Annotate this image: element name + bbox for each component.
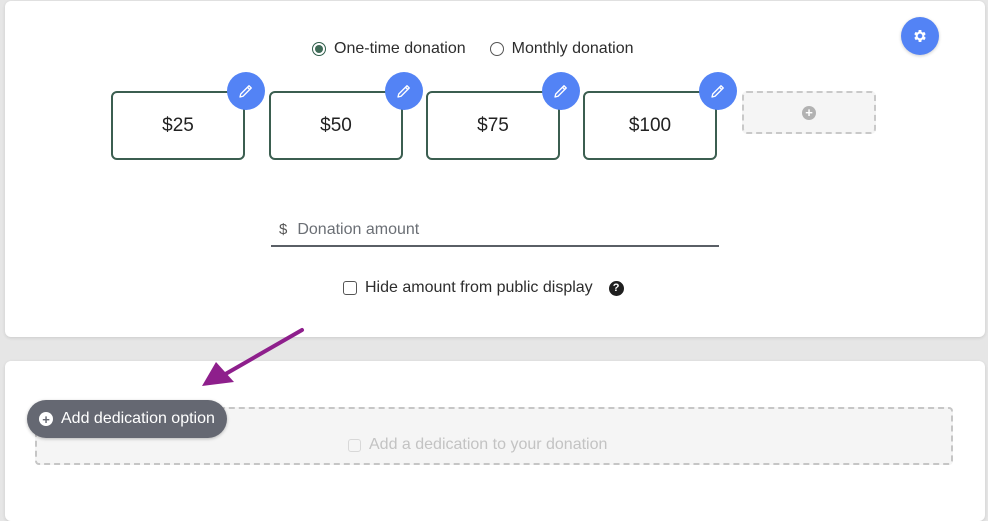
- dedication-checkbox[interactable]: [348, 438, 361, 452]
- edit-amount-75-button[interactable]: [542, 72, 580, 110]
- amount-option-50[interactable]: $50: [269, 91, 403, 160]
- amount-option-75[interactable]: $75: [426, 91, 560, 160]
- annotation-arrow-icon: [202, 328, 304, 386]
- donation-frequency-group: One-time donation Monthly donation: [312, 40, 634, 58]
- radio-one-time[interactable]: One-time donation: [312, 40, 466, 58]
- donation-amount-input[interactable]: [295, 219, 700, 240]
- pencil-icon: [239, 85, 252, 98]
- donation-amount-field[interactable]: $: [271, 214, 719, 247]
- gear-icon: [914, 30, 926, 42]
- amount-option-100[interactable]: $100: [583, 91, 717, 160]
- edit-amount-100-button[interactable]: [699, 72, 737, 110]
- dedication-card: Add a dedication to your donation + Add …: [5, 361, 985, 521]
- question-circle-icon[interactable]: ?: [608, 280, 624, 296]
- currency-symbol: $: [279, 221, 288, 238]
- plus-circle-icon: +: [39, 412, 53, 426]
- pencil-icon: [554, 85, 567, 98]
- donation-amount-card: One-time donation Monthly donation $25 $…: [5, 1, 985, 337]
- pencil-icon: [397, 85, 410, 98]
- radio-monthly-indicator[interactable]: [489, 42, 504, 56]
- dedication-row: Add a dedication to your donation: [348, 436, 607, 454]
- radio-one-time-indicator[interactable]: [312, 42, 326, 56]
- radio-one-time-label: One-time donation: [334, 40, 466, 57]
- add-dedication-option-button[interactable]: + Add dedication option: [27, 400, 227, 438]
- radio-monthly[interactable]: Monthly donation: [489, 40, 634, 58]
- amount-option-25[interactable]: $25: [111, 91, 245, 160]
- hide-amount-row: Hide amount from public display ?: [343, 279, 624, 297]
- edit-amount-50-button[interactable]: [385, 72, 423, 110]
- dedication-checkbox-label: Add a dedication to your donation: [369, 436, 608, 453]
- hide-amount-label: Hide amount from public display: [365, 279, 593, 296]
- edit-amount-25-button[interactable]: [227, 72, 265, 110]
- add-dedication-option-label: Add dedication option: [61, 410, 215, 427]
- plus-circle-icon: +: [802, 105, 816, 120]
- add-amount-button[interactable]: +: [742, 91, 876, 134]
- hide-amount-checkbox[interactable]: [343, 281, 357, 295]
- settings-button[interactable]: [901, 17, 939, 55]
- radio-monthly-label: Monthly donation: [511, 40, 634, 57]
- pencil-icon: [711, 85, 724, 98]
